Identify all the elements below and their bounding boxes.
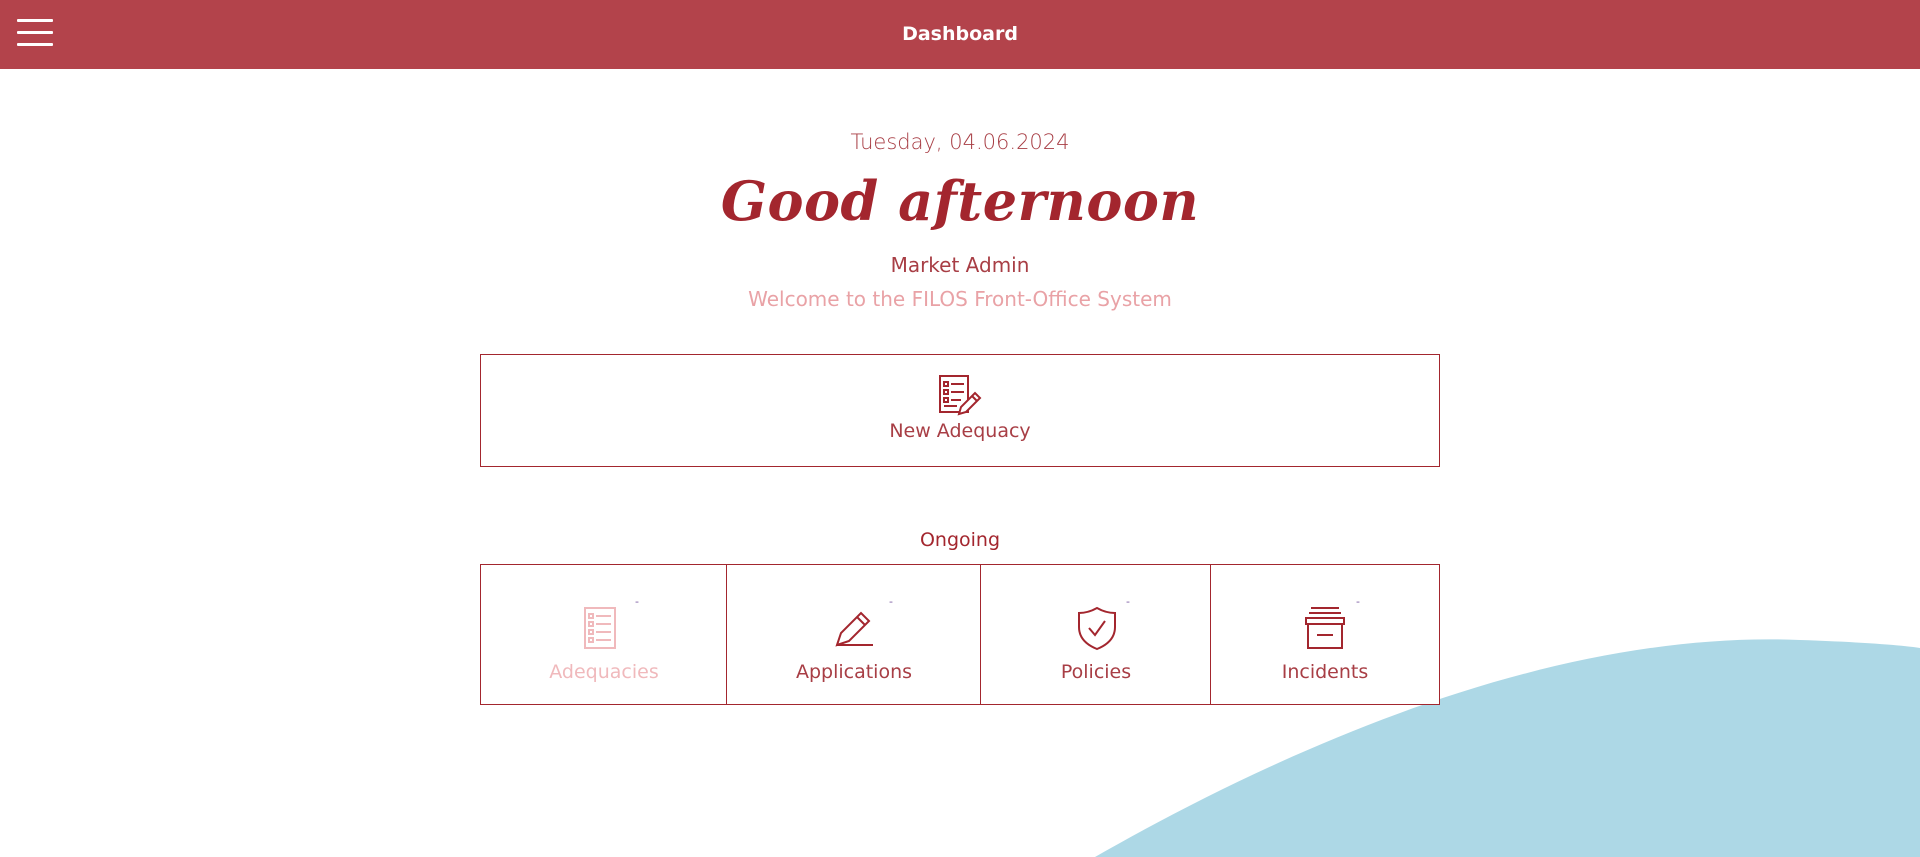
tile-policies[interactable]: - Policies [980, 564, 1212, 705]
page-title: Dashboard [902, 23, 1018, 45]
ongoing-tiles: - Adequacies - Applications - Policies -… [480, 564, 1440, 706]
policies-count: - [1126, 595, 1130, 608]
new-adequacy-button[interactable]: New Adequacy [480, 354, 1440, 467]
checklist-icon [580, 605, 626, 651]
incidents-count: - [1356, 595, 1360, 608]
greeting: Good afternoon [720, 169, 1200, 233]
ongoing-title: Ongoing [919, 529, 1001, 551]
applications-count: - [889, 595, 893, 608]
tile-applications[interactable]: - Applications [726, 564, 982, 705]
current-date: Tuesday, 04.06.2024 [850, 130, 1070, 154]
checklist-edit-icon [937, 374, 983, 418]
tile-policies-label: Policies [1060, 661, 1132, 683]
shield-check-icon [1074, 605, 1120, 651]
pencil-icon [831, 605, 877, 651]
tile-incidents-label: Incidents [1281, 661, 1369, 683]
adequacies-count: - [635, 595, 639, 608]
tile-incidents[interactable]: - Incidents [1210, 564, 1440, 705]
tile-applications-label: Applications [795, 661, 913, 683]
welcome-message: Welcome to the FILOS Front-Office System [748, 287, 1172, 311]
main-content: Tuesday, 04.06.2024 Good afternoon Marke… [0, 69, 1920, 857]
user-name: Market Admin [890, 253, 1030, 277]
tile-adequacies: - Adequacies [480, 564, 728, 705]
top-bar: Dashboard [0, 0, 1920, 69]
archive-box-icon [1302, 605, 1348, 651]
new-adequacy-label: New Adequacy [889, 420, 1031, 442]
tile-adequacies-label: Adequacies [549, 661, 659, 683]
